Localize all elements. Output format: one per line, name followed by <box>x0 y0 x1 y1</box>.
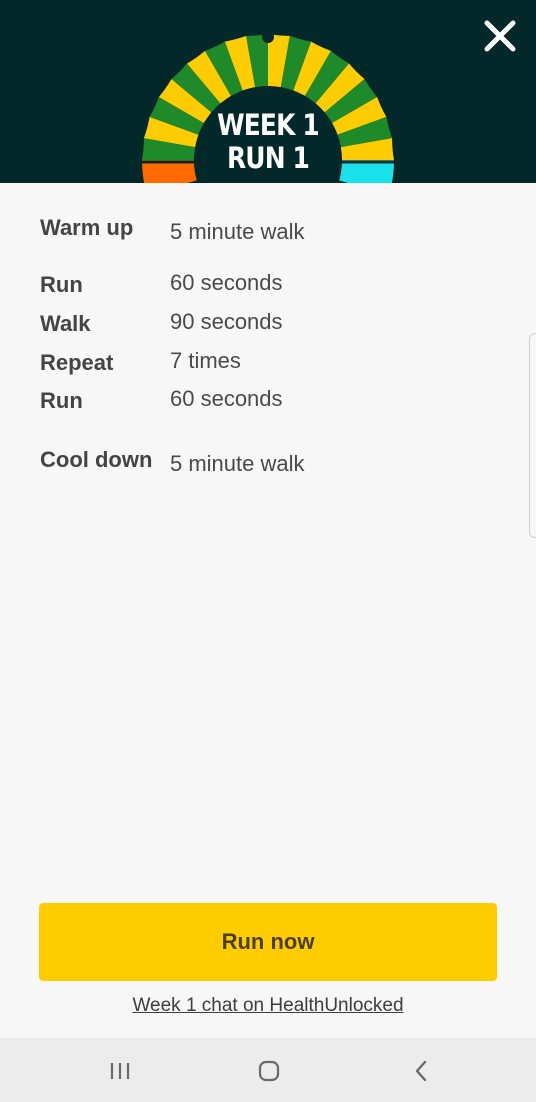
badge-progress-dot <box>262 31 274 43</box>
plan-step-label: Run <box>40 388 83 413</box>
cool-down-value: 5 minute walk <box>170 451 305 476</box>
warm-up-label: Warm up <box>40 215 134 240</box>
badge-run-label: RUN 1 <box>226 141 310 175</box>
plan-step-row: Run 60 seconds <box>40 386 520 420</box>
back-button[interactable] <box>406 1056 436 1086</box>
home-button[interactable] <box>254 1056 284 1086</box>
system-nav-bar <box>0 1038 536 1102</box>
warm-up-row: Warm up 5 minute walk <box>40 215 520 247</box>
header-banner: WEEK 1 RUN 1 <box>0 0 536 183</box>
warm-up-value: 5 minute walk <box>170 219 305 244</box>
plan-step-row: Repeat 7 times <box>40 348 520 382</box>
plan-step-value: 7 times <box>170 348 241 373</box>
plan-step-value: 60 seconds <box>170 270 283 295</box>
plan-step-label: Repeat <box>40 350 114 375</box>
recent-apps-icon <box>110 1063 130 1079</box>
side-panel-handle[interactable] <box>529 333 536 538</box>
home-icon <box>258 1060 280 1082</box>
badge-week-label: WEEK 1 <box>217 108 320 142</box>
close-button[interactable] <box>478 14 522 58</box>
week-chat-link[interactable]: Week 1 chat on HealthUnlocked <box>0 995 536 1017</box>
cool-down-row: Cool down 5 minute walk <box>40 447 520 479</box>
plan-step-row: Walk 90 seconds <box>40 309 520 343</box>
run-now-button[interactable]: Run now <box>39 903 497 981</box>
back-icon <box>415 1060 427 1082</box>
run-now-label: Run now <box>221 929 315 954</box>
plan-step-value: 60 seconds <box>170 386 283 411</box>
cool-down-label: Cool down <box>40 447 153 472</box>
plan-step-label: Run <box>40 272 83 297</box>
close-icon <box>484 20 516 52</box>
plan-step-value: 90 seconds <box>170 309 283 334</box>
plan-step-row: Run 60 seconds <box>40 270 520 304</box>
plan-step-label: Walk <box>40 311 91 336</box>
recent-apps-button[interactable] <box>106 1056 136 1086</box>
